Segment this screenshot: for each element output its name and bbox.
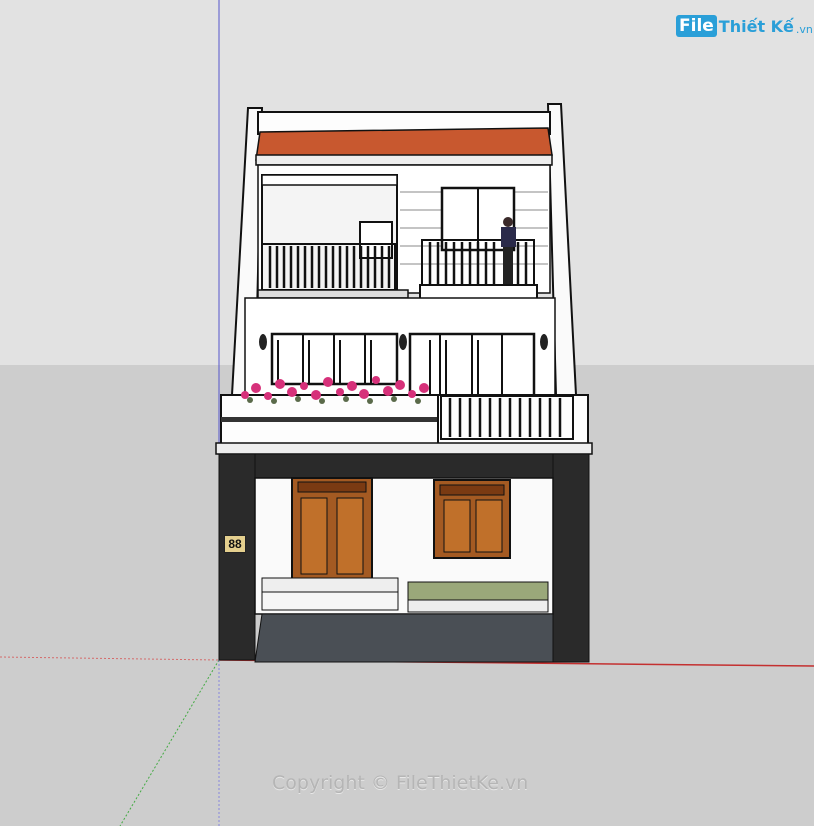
garage-floor: [254, 613, 554, 663]
house-number-plate: 88: [224, 535, 246, 553]
copyright-watermark: Copyright © FileThietKe.vn: [272, 772, 529, 794]
window-panel-left: [443, 499, 471, 553]
entry-step: [261, 577, 399, 593]
green-axis: [119, 659, 220, 826]
hedge-box: [407, 599, 549, 613]
entry-step-lower: [261, 591, 399, 611]
window-transom: [439, 484, 505, 496]
floor-slab: [257, 289, 409, 299]
roof-eave: [255, 154, 553, 166]
stone-left-pillar: [218, 453, 256, 661]
door-panel-left: [300, 497, 328, 575]
planter-stripe: [221, 417, 439, 422]
site-logo: File Thiết Kế .vn: [676, 12, 813, 40]
wall-lamp: [399, 334, 407, 350]
floor-cornice: [215, 442, 593, 455]
door-transom: [297, 481, 367, 493]
logo-file-mark: File: [676, 15, 717, 37]
wall-lamp: [259, 334, 267, 350]
stone-beam: [218, 453, 590, 479]
wall-lamp: [540, 334, 548, 350]
window-panel-right: [475, 499, 503, 553]
sketchup-viewport: 88 File Thiết Kế .vn Copyright © FileThi…: [0, 0, 814, 826]
door-panel-right: [336, 497, 364, 575]
logo-tld: .vn: [795, 22, 813, 36]
hedge-planter: [407, 581, 549, 601]
logo-name: Thiết Kế: [718, 16, 794, 36]
stone-right-pillar: [552, 453, 590, 663]
house-model: [0, 0, 814, 826]
red-axis-negative: [0, 656, 220, 661]
loggia-beam: [261, 174, 398, 186]
